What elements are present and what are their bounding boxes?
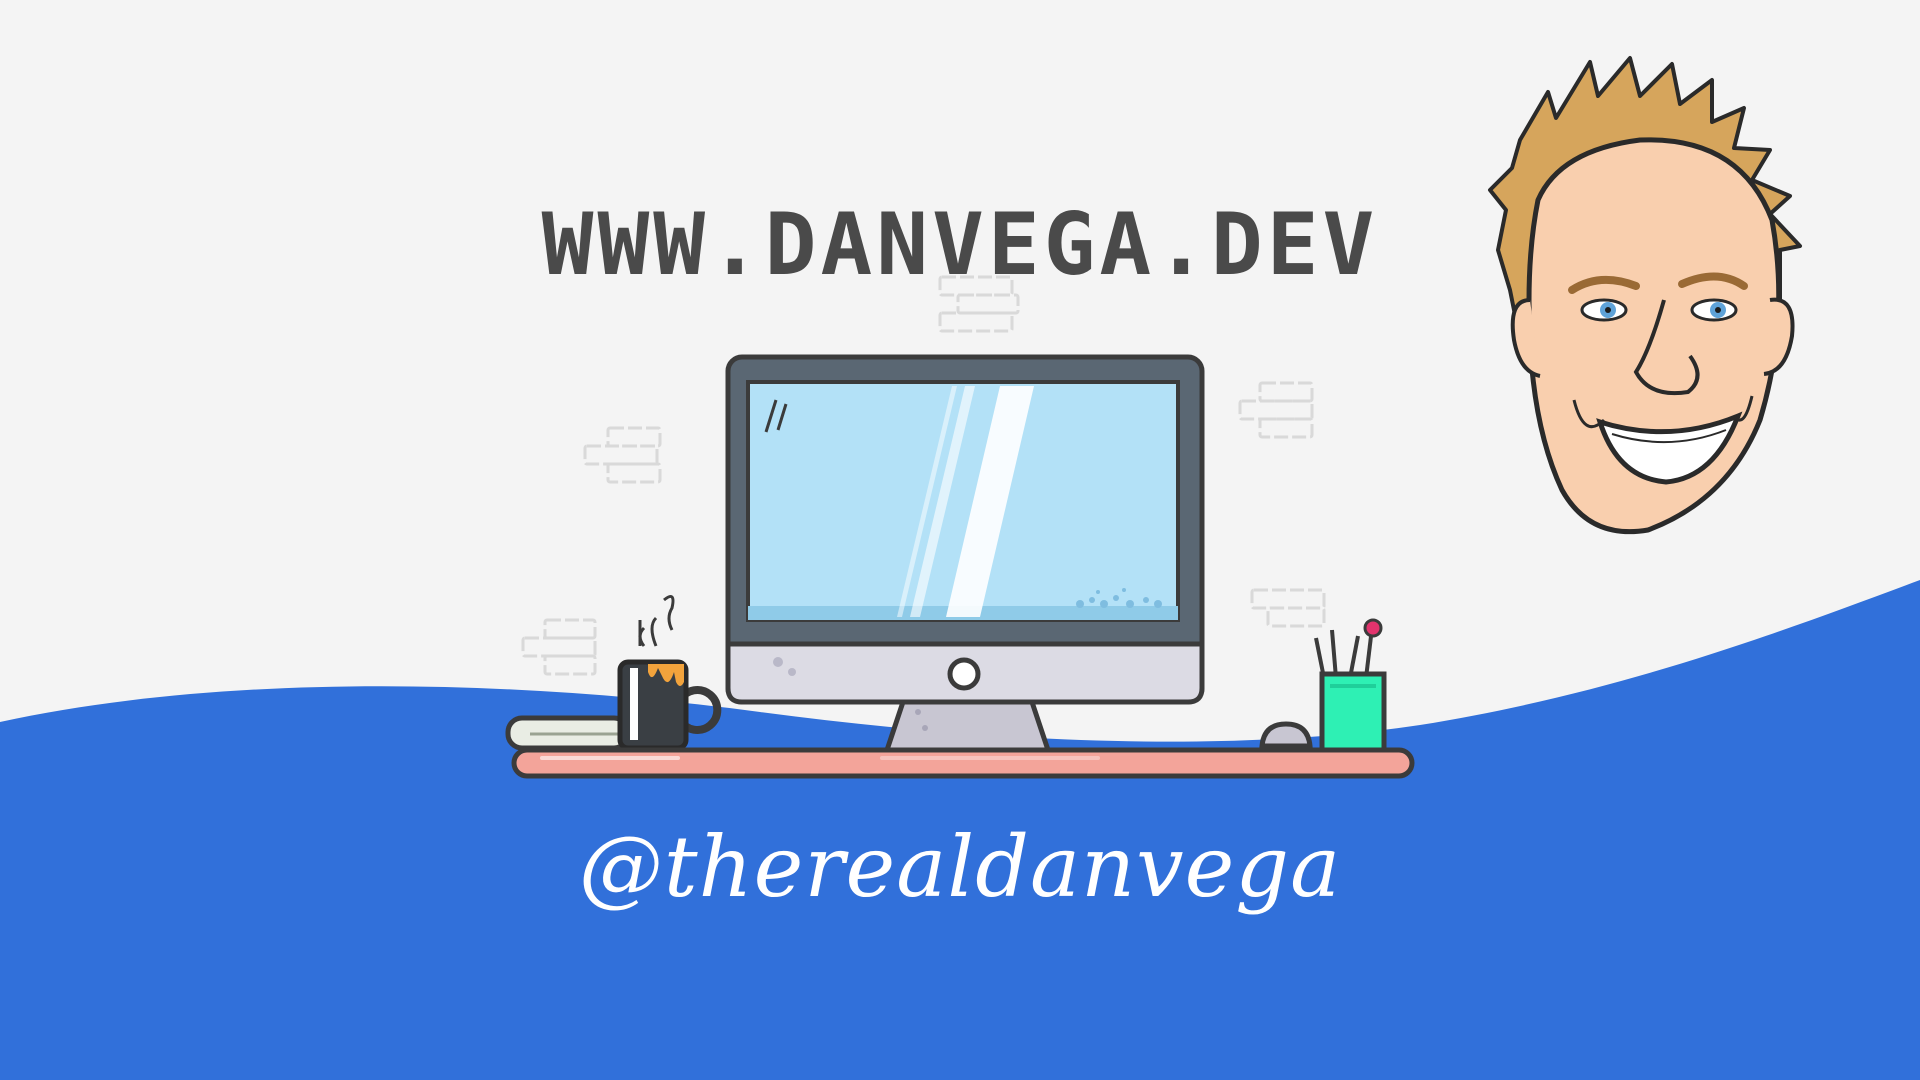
coffee-mug-icon bbox=[617, 594, 722, 751]
background-scene bbox=[0, 56, 1920, 1080]
site-url-title: WWW.DANVEGA.DEV bbox=[541, 195, 1379, 295]
pen-cup-icon bbox=[1314, 618, 1387, 753]
social-handle: @therealdanvega bbox=[578, 818, 1342, 916]
monitor-icon bbox=[725, 354, 1205, 705]
books-icon bbox=[505, 715, 631, 751]
desk-surface bbox=[511, 747, 1415, 779]
mouse-icon bbox=[1259, 721, 1313, 749]
